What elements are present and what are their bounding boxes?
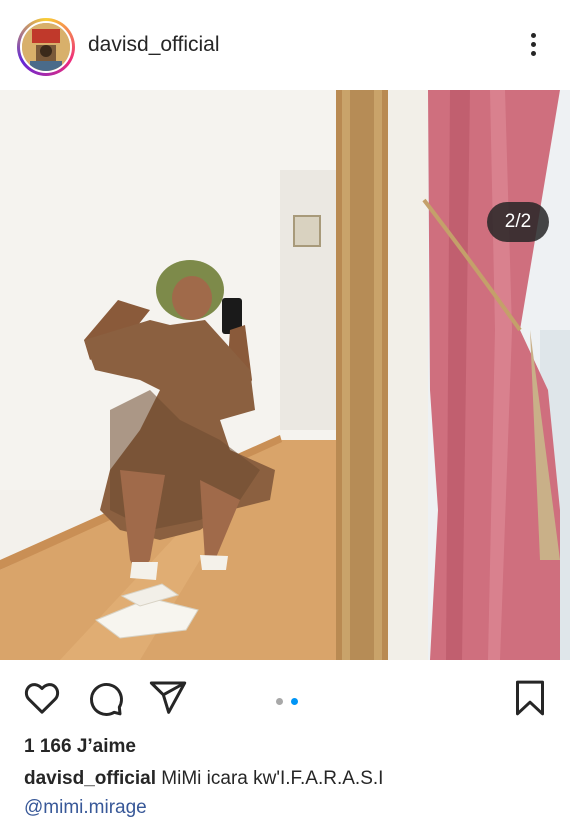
bookmark-icon <box>516 680 544 716</box>
photo-scene <box>0 90 570 660</box>
carousel-counter: 2/2 <box>487 202 549 242</box>
carousel-dot-2-active <box>291 698 299 705</box>
share-icon <box>149 681 187 714</box>
story-ring[interactable] <box>17 18 75 76</box>
caption-text: MiMi icara kw'I.F.A.R.A.S.I <box>161 768 384 789</box>
heart-icon <box>24 683 60 714</box>
post-header: davisd_official <box>0 0 570 90</box>
comment-button[interactable] <box>85 678 125 718</box>
action-bar <box>0 660 570 730</box>
carousel-indicator <box>274 692 300 710</box>
like-count[interactable]: 1 166 J’aime <box>24 736 136 758</box>
caption-mention-link[interactable]: @mimi.mirage <box>24 797 147 819</box>
save-button[interactable] <box>510 678 550 718</box>
more-options-button[interactable] <box>520 30 546 64</box>
more-options-icon <box>520 33 546 56</box>
post-image[interactable]: 2/2 <box>0 90 570 660</box>
post-caption: davisd_official MiMi icara kw'I.F.A.R.A.… <box>24 768 383 790</box>
comment-icon <box>89 682 123 716</box>
carousel-dot-1 <box>276 698 283 705</box>
share-button[interactable] <box>148 678 188 718</box>
post-username[interactable]: davisd_official <box>88 33 220 57</box>
avatar[interactable] <box>20 21 72 73</box>
caption-username[interactable]: davisd_official <box>24 768 156 789</box>
like-button[interactable] <box>22 678 62 718</box>
avatar-image <box>22 23 70 71</box>
